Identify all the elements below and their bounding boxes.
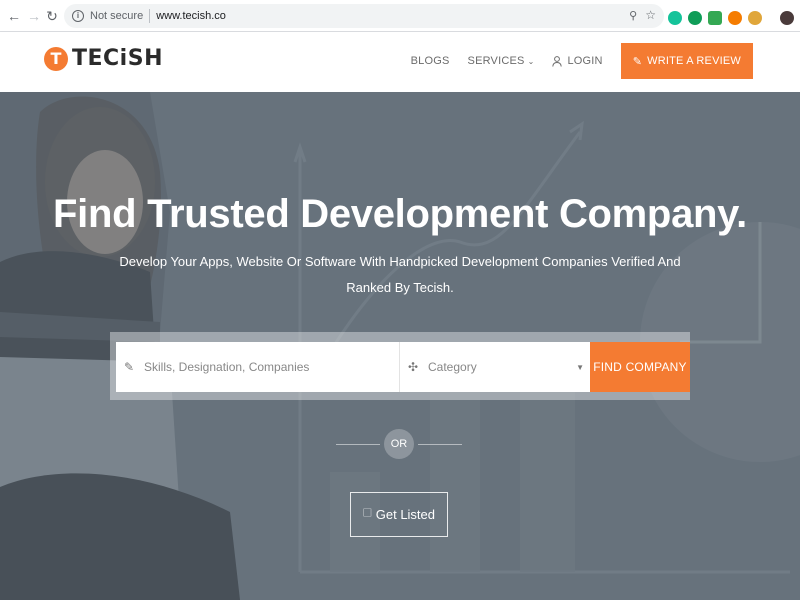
browser-toolbar: ← → ↻ i Not secure www.tecish.co ⚲ ☆ ⋮: [0, 0, 800, 32]
nav-login-label: LOGIN: [567, 55, 603, 67]
hero-title: Find Trusted Development Company.: [53, 192, 747, 236]
main-nav: BLOGS SERVICES ⌄ LOGIN ✎ WRITE A REVIEW: [411, 43, 753, 79]
nav-services[interactable]: SERVICES ⌄: [468, 55, 535, 67]
forward-icon[interactable]: →: [24, 6, 44, 26]
write-review-button[interactable]: ✎ WRITE A REVIEW: [620, 43, 753, 79]
nav-login[interactable]: LOGIN: [552, 55, 603, 67]
key-icon[interactable]: ⚲: [629, 9, 637, 22]
or-text: OR: [390, 438, 408, 450]
divider-line-right: [418, 444, 462, 445]
back-icon[interactable]: ←: [4, 6, 24, 26]
bolt-extension-icon[interactable]: [728, 11, 742, 25]
find-company-label: FIND COMPANY: [593, 360, 687, 374]
crosshair-icon: ✣: [408, 360, 419, 374]
hero-section: Find Trusted Development Company. Develo…: [0, 92, 800, 600]
grammarly-extension-icon[interactable]: [668, 11, 682, 25]
bag-icon: 🗆: [362, 506, 372, 520]
category-select[interactable]: ✣ Category ▼: [400, 342, 590, 392]
pencil-icon: ✎: [632, 55, 643, 68]
logo-mark: T: [44, 46, 68, 71]
nav-blogs[interactable]: BLOGS: [411, 55, 450, 67]
logo[interactable]: T TECiSH: [44, 46, 163, 71]
site-header: T TECiSH BLOGS SERVICES ⌄ LOGIN ✎ WRITE …: [0, 32, 800, 92]
security-status: Not secure: [90, 10, 144, 22]
nav-blogs-label: BLOGS: [410, 55, 450, 67]
get-listed-button[interactable]: 🗆 Get Listed: [350, 492, 448, 537]
get-listed-label: Get Listed: [375, 507, 436, 522]
user-icon: [552, 55, 563, 67]
or-badge: OR: [384, 429, 414, 459]
cookie-extension-icon[interactable]: [748, 11, 762, 25]
chevron-down-icon: ⌄: [527, 56, 535, 66]
skills-search-input[interactable]: ✎ Skills, Designation, Companies: [116, 342, 400, 392]
logo-text: TECiSH: [72, 46, 163, 71]
chevron-down-icon: ▼: [576, 362, 584, 372]
find-company-button[interactable]: FIND COMPANY: [590, 342, 690, 392]
write-review-label: WRITE A REVIEW: [647, 55, 741, 67]
info-icon[interactable]: i: [72, 10, 84, 22]
shopping-extension-icon[interactable]: [688, 11, 702, 25]
skills-placeholder: Skills, Designation, Companies: [144, 360, 310, 374]
star-icon[interactable]: ☆: [645, 8, 656, 22]
hero-subtitle: Develop Your Apps, Website Or Software W…: [119, 254, 681, 295]
search-panel: ✎ Skills, Designation, Companies ✣ Categ…: [110, 332, 690, 400]
address-bar[interactable]: i Not secure www.tecish.co ⚲ ☆: [64, 4, 664, 28]
reload-icon[interactable]: ↻: [42, 6, 62, 26]
url-text: www.tecish.co: [156, 10, 226, 22]
omnibox-separator: [149, 9, 151, 23]
pencil-icon: ✎: [124, 360, 135, 374]
divider-line-left: [336, 444, 380, 445]
cmd-extension-icon[interactable]: [708, 11, 722, 25]
category-value: Category: [428, 360, 477, 374]
search-bar: ✎ Skills, Designation, Companies ✣ Categ…: [116, 342, 690, 392]
nav-services-label: SERVICES: [467, 55, 525, 67]
profile-avatar[interactable]: [780, 11, 794, 25]
